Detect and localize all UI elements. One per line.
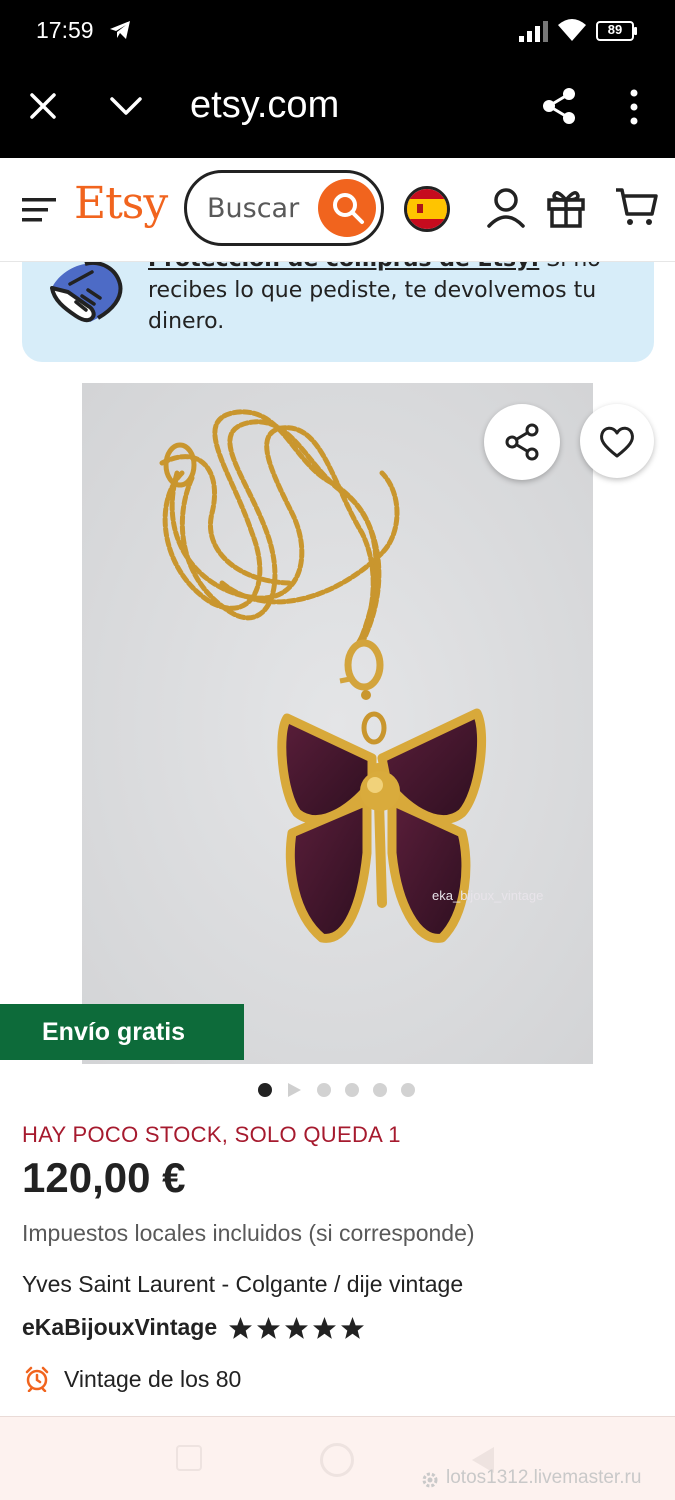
star-icon bbox=[257, 1317, 280, 1339]
close-icon[interactable] bbox=[28, 91, 58, 121]
home-icon[interactable] bbox=[320, 1443, 354, 1477]
heart-icon bbox=[600, 426, 634, 458]
play-icon[interactable] bbox=[286, 1082, 302, 1098]
search-input[interactable] bbox=[207, 190, 317, 226]
search-icon bbox=[333, 193, 364, 224]
gift-icon[interactable] bbox=[546, 186, 586, 228]
shop-name[interactable]: eKaBijouxVintage bbox=[22, 1314, 217, 1341]
image-watermark: eka_bijoux_vintage bbox=[432, 888, 544, 903]
share-icon bbox=[505, 423, 539, 461]
search-box bbox=[184, 170, 384, 246]
carousel-dot[interactable] bbox=[401, 1083, 415, 1097]
price: 120,00 € bbox=[22, 1154, 186, 1201]
alarm-clock-icon bbox=[25, 1366, 49, 1392]
gear-icon bbox=[422, 1472, 438, 1488]
battery-level: 89 bbox=[607, 22, 623, 37]
vintage-era: Vintage de los 80 bbox=[64, 1366, 242, 1392]
carousel-dot[interactable] bbox=[373, 1083, 387, 1097]
star-icon bbox=[285, 1317, 308, 1339]
more-icon[interactable] bbox=[624, 88, 644, 126]
share-icon[interactable] bbox=[540, 86, 578, 126]
star-icon bbox=[341, 1317, 364, 1339]
status-time: 17:59 bbox=[36, 17, 94, 43]
rating-stars[interactable] bbox=[228, 1316, 368, 1342]
star-icon bbox=[313, 1317, 336, 1339]
signal-icon bbox=[519, 21, 548, 42]
search-button[interactable] bbox=[318, 179, 376, 237]
cart-icon[interactable] bbox=[614, 186, 658, 228]
carousel-dot[interactable] bbox=[317, 1083, 331, 1097]
necklace-photo bbox=[82, 383, 593, 1064]
flag-icon[interactable] bbox=[404, 186, 450, 232]
chevron-down-icon[interactable] bbox=[108, 94, 144, 118]
star-icon bbox=[229, 1317, 252, 1339]
browser-url[interactable]: etsy.com bbox=[190, 84, 339, 127]
battery-icon: 89 bbox=[596, 21, 638, 41]
etsy-header: Etsy bbox=[0, 158, 675, 262]
free-shipping-badge: Envío gratis bbox=[0, 1004, 244, 1060]
recents-icon[interactable] bbox=[176, 1445, 202, 1471]
favorite-button[interactable] bbox=[580, 404, 654, 478]
user-icon[interactable] bbox=[486, 186, 526, 228]
status-bar: 17:59 89 bbox=[0, 0, 675, 64]
browser-toolbar: etsy.com bbox=[0, 64, 675, 158]
wifi-icon bbox=[558, 19, 586, 41]
etsy-logo[interactable]: Etsy bbox=[74, 178, 168, 229]
share-button[interactable] bbox=[484, 404, 560, 480]
telegram-icon bbox=[110, 21, 130, 39]
carousel-dot[interactable] bbox=[258, 1083, 272, 1097]
carousel-dot[interactable] bbox=[345, 1083, 359, 1097]
carousel-dots[interactable] bbox=[258, 1081, 428, 1099]
site-watermark: lotos1312.livemaster.ru bbox=[446, 1467, 642, 1488]
product-title: Yves Saint Laurent - Colgante / dije vin… bbox=[22, 1271, 464, 1297]
product-image[interactable]: eka_bijoux_vintage bbox=[82, 383, 593, 1064]
handshake-icon bbox=[50, 261, 123, 323]
stock-warning: HAY POCO STOCK, SOLO QUEDA 1 bbox=[22, 1122, 401, 1147]
tax-note: Impuestos locales incluidos (si correspo… bbox=[22, 1220, 475, 1246]
menu-icon[interactable] bbox=[22, 196, 56, 224]
